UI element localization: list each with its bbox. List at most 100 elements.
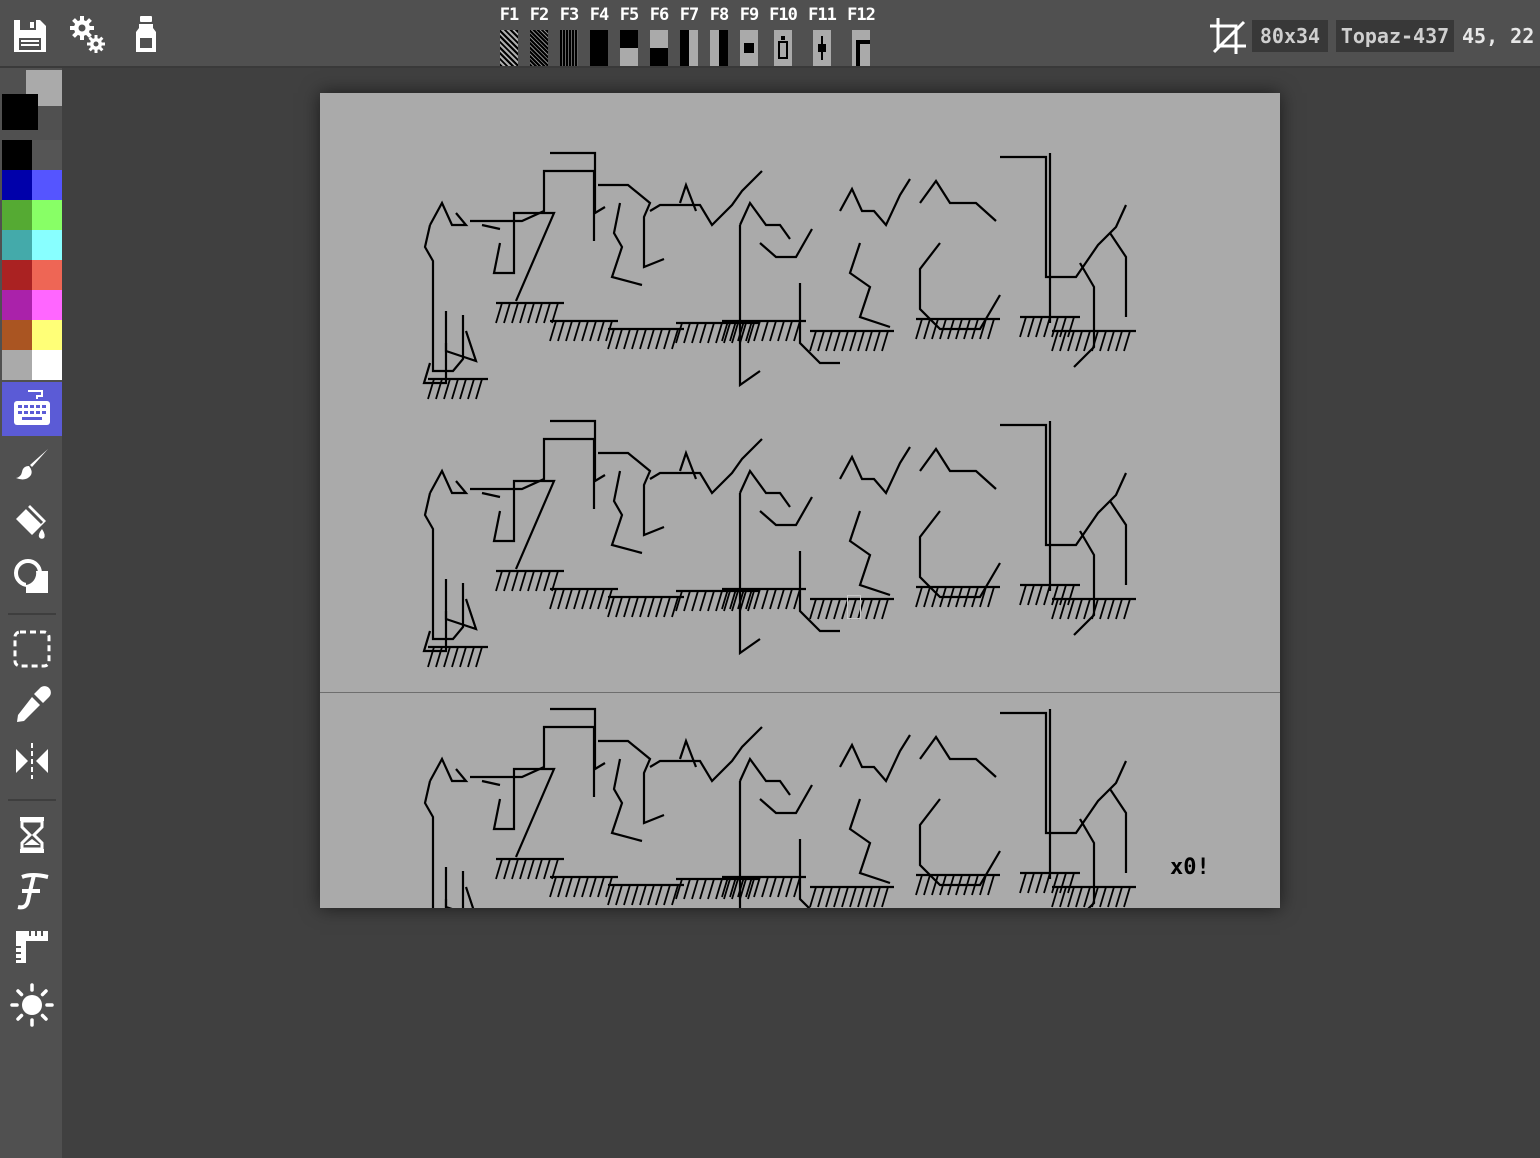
palette-swatch[interactable] — [32, 140, 62, 170]
drawing-canvas[interactable]: x0! — [320, 93, 1280, 908]
palette-swatch[interactable] — [2, 230, 32, 260]
hatch-stroke — [1099, 598, 1107, 620]
ascii-stroke — [919, 447, 997, 490]
palette-swatch[interactable] — [2, 260, 32, 290]
brightness-tool[interactable] — [2, 978, 62, 1032]
settings-icon[interactable] — [68, 12, 108, 58]
hatch-stroke — [511, 570, 519, 592]
hatch-stroke — [467, 646, 475, 668]
crop-icon[interactable] — [1208, 14, 1248, 60]
hatch-stroke — [1107, 330, 1115, 352]
fkey-f12[interactable]: F12 — [846, 4, 876, 66]
hatch-stroke — [777, 320, 785, 342]
shapes-tool[interactable] — [2, 550, 62, 604]
fkey-f5[interactable]: F5 — [614, 4, 644, 66]
palette-swatch[interactable] — [32, 200, 62, 230]
selection-tool[interactable] — [2, 622, 62, 676]
fkey-f4[interactable]: F4 — [584, 4, 614, 66]
ascii-stroke — [598, 739, 665, 825]
shapes-icon — [14, 559, 48, 593]
hourglass-icon — [20, 817, 44, 853]
canvas-size[interactable]: 80x34 — [1252, 20, 1328, 52]
ascii-stroke — [848, 510, 891, 597]
hatch-stroke — [707, 322, 715, 344]
hatch-stroke — [715, 590, 723, 612]
fill-tool[interactable] — [2, 494, 62, 548]
artist-signature: x0! — [1170, 855, 1210, 880]
palette-swatch[interactable] — [32, 260, 62, 290]
eyedropper-icon — [17, 686, 51, 722]
hatch-stroke — [573, 588, 581, 610]
mirror-tool[interactable] — [2, 734, 62, 788]
hatch-stroke — [817, 598, 825, 620]
hatch-stroke — [777, 588, 785, 610]
palette-swatch[interactable] — [32, 170, 62, 200]
fkey-label: F8 — [709, 5, 729, 25]
hatch-stroke — [865, 598, 873, 620]
hatch-stroke — [769, 876, 777, 898]
fkey-f7[interactable]: F7 — [674, 4, 704, 66]
top-toolbar: F1 F2 F3 F4 F5 F6 F7 F8 F9 F10 F11 F12 8… — [0, 0, 1540, 68]
fkey-label: F12 — [847, 5, 876, 25]
hatch-stroke — [597, 588, 605, 610]
keyboard-tool[interactable] — [2, 382, 62, 436]
hatch-stroke — [535, 302, 543, 324]
palette-swatch[interactable] — [2, 170, 32, 200]
hatch-stroke — [519, 858, 527, 880]
palette-swatch[interactable] — [32, 350, 62, 380]
hatch-stroke — [663, 328, 671, 350]
fkey-f9[interactable]: F9 — [734, 4, 764, 66]
hatch-stroke — [1115, 330, 1123, 352]
hatch-stroke — [639, 596, 647, 618]
hatch-stroke — [459, 378, 467, 400]
palette-swatch[interactable] — [32, 320, 62, 350]
save-icon[interactable] — [10, 12, 50, 58]
hatch-stroke — [495, 302, 503, 324]
fkey-f10[interactable]: F10 — [768, 4, 798, 66]
eyedropper-tool[interactable] — [2, 678, 62, 732]
palette-swatch[interactable] — [32, 230, 62, 260]
left-sidebar — [0, 68, 62, 1158]
hatch-stroke — [707, 878, 715, 900]
brightness-icon — [10, 983, 54, 1027]
palette-swatch[interactable] — [2, 350, 32, 380]
ascii-stroke — [839, 446, 911, 496]
hatch-stroke — [1123, 886, 1131, 908]
hatch-stroke — [663, 596, 671, 618]
fkey-f3[interactable]: F3 — [554, 4, 584, 66]
fkey-f8[interactable]: F8 — [704, 4, 734, 66]
hatch-stroke — [849, 886, 857, 908]
fkey-label: F11 — [808, 5, 837, 25]
bottle-icon[interactable] — [126, 12, 166, 58]
hatch-stroke — [715, 878, 723, 900]
palette-swatch[interactable] — [2, 290, 32, 320]
hatch-stroke — [655, 884, 663, 906]
ascii-stroke — [444, 579, 478, 631]
hatch-stroke — [1099, 330, 1107, 352]
hatch-stroke — [1035, 584, 1043, 606]
hatch-stroke — [923, 318, 931, 340]
ascii-stroke — [738, 493, 761, 656]
palette-swatch[interactable] — [2, 320, 32, 350]
font-tool[interactable] — [2, 864, 62, 918]
palette-swatch[interactable] — [32, 290, 62, 320]
fkey-f2[interactable]: F2 — [524, 4, 554, 66]
fkey-f1[interactable]: F1 — [494, 4, 524, 66]
animation-tool[interactable] — [2, 808, 62, 862]
hatch-stroke — [691, 590, 699, 612]
hatch-stroke — [849, 330, 857, 352]
ascii-stroke — [678, 737, 698, 768]
palette-swatch[interactable] — [2, 200, 32, 230]
fkey-f11[interactable]: F11 — [807, 4, 837, 66]
ascii-stroke — [423, 224, 465, 373]
hatch-stroke — [761, 588, 769, 610]
hatch-stroke — [581, 876, 589, 898]
brush-tool[interactable] — [2, 438, 62, 492]
ruler-tool[interactable] — [2, 920, 62, 974]
palette-swatch[interactable] — [2, 140, 32, 170]
logo-row-3 — [423, 707, 1136, 908]
hatch-stroke — [589, 876, 597, 898]
foreground-color-swatch[interactable] — [2, 94, 38, 130]
font-name[interactable]: Topaz-437 — [1336, 20, 1454, 52]
fkey-f6[interactable]: F6 — [644, 4, 674, 66]
